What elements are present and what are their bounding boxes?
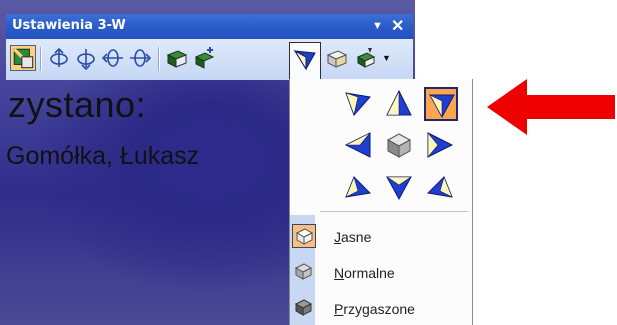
menu-item-label: Normalne bbox=[334, 265, 395, 281]
bright-cube-icon bbox=[292, 224, 316, 248]
toolbar-options-chevron-icon[interactable]: ▼ bbox=[372, 20, 383, 32]
toggle-3d-button[interactable] bbox=[10, 45, 36, 71]
menu-separator bbox=[320, 211, 468, 212]
color-3d-button[interactable] bbox=[353, 45, 379, 71]
color-3d-chevron-icon[interactable]: ▼ bbox=[382, 53, 391, 63]
normal-cube-icon bbox=[292, 260, 314, 282]
dim-cube-icon bbox=[292, 296, 314, 318]
depth-button[interactable] bbox=[164, 45, 190, 71]
light-bottom-icon bbox=[386, 176, 412, 201]
tilt-up-button[interactable] bbox=[73, 45, 99, 71]
color-3d-icon bbox=[356, 48, 376, 68]
menu-item-label: Jasne bbox=[334, 229, 372, 245]
tilt-right-button[interactable] bbox=[127, 45, 153, 71]
slide-text-line-1[interactable]: zystano: bbox=[8, 84, 146, 126]
light-bottom-right-icon bbox=[426, 176, 453, 198]
cube-icon bbox=[386, 133, 412, 158]
lighting-direction-light-bottom[interactable] bbox=[383, 171, 415, 203]
tilt-down-button[interactable] bbox=[46, 45, 72, 71]
lighting-dropdown-menu: Jasne Normalne Przygaszone bbox=[289, 79, 473, 325]
toolbar-separator bbox=[158, 47, 160, 71]
tilt-down-icon bbox=[50, 47, 68, 67]
tilt-right-icon bbox=[130, 49, 152, 67]
toolbar-title: Ustawienia 3-W bbox=[12, 18, 126, 33]
lighting-direction-grid bbox=[342, 87, 458, 205]
menu-item-normalne[interactable]: Normalne bbox=[290, 254, 472, 290]
lighting-direction-light-top-right[interactable] bbox=[424, 87, 458, 121]
red-arrow-pointer bbox=[487, 79, 615, 135]
toolbar-title-bar[interactable]: Ustawienia 3-W ▼ ✕ bbox=[6, 14, 413, 39]
tilt-left-icon bbox=[101, 49, 123, 67]
lighting-direction-light-top-left[interactable] bbox=[342, 87, 374, 119]
light-bottom-left-icon bbox=[345, 176, 372, 198]
lighting-direction-light-bottom-left[interactable] bbox=[342, 171, 374, 203]
surface-button[interactable] bbox=[324, 45, 350, 71]
toolbar-separator bbox=[40, 47, 42, 71]
menu-item-jasne[interactable]: Jasne bbox=[290, 218, 472, 254]
lighting-direction-light-top[interactable] bbox=[383, 87, 415, 119]
toolbar-3d-settings: Ustawienia 3-W ▼ ✕ ▼ bbox=[6, 14, 413, 80]
direction-icon bbox=[194, 47, 215, 69]
slide-text-line-2[interactable]: Gomółka, Łukasz bbox=[6, 142, 199, 171]
tilt-left-button[interactable] bbox=[100, 45, 126, 71]
light-right-icon bbox=[427, 132, 454, 158]
lighting-direction-light-right[interactable] bbox=[424, 129, 456, 161]
menu-item-label: Przygaszone bbox=[334, 301, 415, 317]
toolbar-buttons-row: ▼ bbox=[6, 39, 413, 80]
lighting-icon bbox=[293, 49, 316, 71]
lighting-direction-light-bottom-right[interactable] bbox=[424, 171, 456, 203]
close-icon[interactable]: ✕ bbox=[391, 16, 404, 36]
light-top-right-icon bbox=[429, 94, 455, 119]
lighting-button[interactable] bbox=[289, 42, 321, 79]
screenshot-stage: zystano: Gomółka, Łukasz Ustawienia 3-W … bbox=[0, 0, 617, 325]
depth-icon bbox=[166, 50, 188, 68]
surface-icon bbox=[326, 50, 348, 68]
light-left-icon bbox=[344, 132, 371, 158]
menu-item-przygaszone[interactable]: Przygaszone bbox=[290, 290, 472, 325]
lighting-direction-cube[interactable] bbox=[383, 129, 415, 161]
lighting-direction-light-left[interactable] bbox=[342, 129, 374, 161]
direction-button[interactable] bbox=[192, 45, 218, 71]
tilt-up-icon bbox=[77, 49, 95, 71]
light-top-icon bbox=[386, 89, 412, 116]
light-top-left-icon bbox=[345, 92, 371, 117]
toggle-3d-icon bbox=[13, 48, 34, 69]
